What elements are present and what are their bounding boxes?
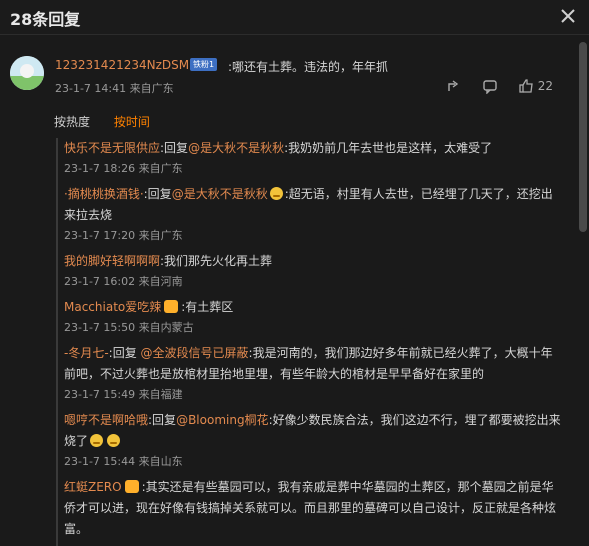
emoji-icon [107, 434, 121, 447]
fan-badge: 铁粉1 [190, 58, 218, 71]
emoji-icon [90, 434, 104, 447]
reply-text: :有土葬区 [181, 300, 234, 314]
comment-icon[interactable] [482, 78, 498, 94]
list-item: -冬月七-:回复 @全波段信号已屏蔽:我是河南的，我们那边好多年前就已经火葬了，… [64, 343, 564, 404]
reply-username[interactable]: ·摘桃桃换酒钱· [64, 187, 144, 201]
avatar[interactable] [10, 56, 44, 90]
list-item: 我的脚好轻啊啊啊:我们那先火化再土葬 23-1-7 16:02 来自河南 [64, 251, 564, 291]
tab-sort-time[interactable]: 按时间 [114, 115, 150, 129]
list-item: 红蜓ZERO:其实还是有些墓园可以，我有亲戚是葬中华墓园的土葬区，那个墓园之前是… [64, 477, 564, 540]
tab-sort-hot[interactable]: 按热度 [54, 115, 90, 129]
reply-username[interactable]: Macchiato爱吃辣 [64, 300, 161, 314]
reply-text: :我们那先火化再土葬 [160, 254, 273, 268]
emoji-icon [269, 187, 283, 200]
list-item: ·摘桃桃换酒钱·:回复@是大秋不是秋秋:超无语，村里有人去世，已经埋了几天了，还… [64, 184, 564, 245]
list-item: 快乐不是无限供应:回复@是大秋不是秋秋:我奶奶前几年去世也是这样，太难受了 23… [64, 138, 564, 178]
reply-username[interactable]: 嗯哼不是啊哈哦 [64, 413, 148, 427]
reply-mention[interactable]: @是大秋不是秋秋 [172, 187, 268, 201]
post-location: 来自广东 [129, 82, 174, 95]
thumbs-up-icon [519, 79, 533, 93]
reply-list: 快乐不是无限供应:回复@是大秋不是秋秋:我奶奶前几年去世也是这样，太难受了 23… [56, 138, 564, 546]
reply-username[interactable]: -冬月七- [64, 346, 109, 360]
reply-meta: 23-1-7 16:02 来自河南 [64, 275, 183, 288]
reply-username[interactable]: 我的脚好轻啊啊啊 [64, 254, 160, 268]
reply-meta: 23-1-7 15:50 来自内蒙古 [64, 321, 194, 334]
reply-meta: 23-1-7 17:20 来自广东 [64, 229, 183, 242]
close-icon[interactable] [557, 5, 579, 27]
like-count: 22 [537, 79, 553, 93]
reply-mention[interactable]: @全波段信号已屏蔽 [141, 346, 249, 360]
post-meta: 23-1-7 14:41 来自广东 [55, 80, 174, 96]
crown-badge-icon [164, 300, 179, 313]
reply-meta: 23-1-7 18:26 来自广东 [64, 162, 183, 175]
reply-username[interactable]: 快乐不是无限供应 [64, 141, 160, 155]
post-username[interactable]: 123231421234NzDSM [55, 58, 189, 72]
like-button[interactable]: 22 [518, 78, 553, 94]
reply-meta: 23-1-7 15:49 来自福建 [64, 388, 183, 401]
reply-mention[interactable]: @是大秋不是秋秋 [188, 141, 284, 155]
dialog-header: 28条回复 [0, 0, 589, 35]
post-actions: 22 [446, 78, 553, 94]
share-icon[interactable] [446, 78, 462, 94]
list-item: 嗯哼不是啊哈哦:回复@Blooming桐花:好像少数民族合法，我们这边不行，埋了… [64, 410, 564, 471]
post-text: :哪还有土葬。违法的，年年抓 [228, 60, 389, 74]
reply-mention[interactable]: @Blooming桐花 [176, 413, 269, 427]
reply-username[interactable]: 红蜓ZERO [64, 480, 122, 494]
list-item: Macchiato爱吃辣 :有土葬区 23-1-7 15:50 来自内蒙古 [64, 297, 564, 337]
reply-text: :我奶奶前几年去世也是这样，太难受了 [284, 141, 493, 155]
post-time: 23-1-7 14:41 [55, 82, 127, 95]
reply-meta: 23-1-7 15:44 来自山东 [64, 455, 183, 468]
scrollbar-thumb[interactable] [579, 42, 587, 232]
sort-tabs: 按热度 按时间 [54, 113, 170, 130]
crown-badge-icon [124, 480, 139, 493]
dialog-title: 28条回复 [10, 10, 81, 29]
